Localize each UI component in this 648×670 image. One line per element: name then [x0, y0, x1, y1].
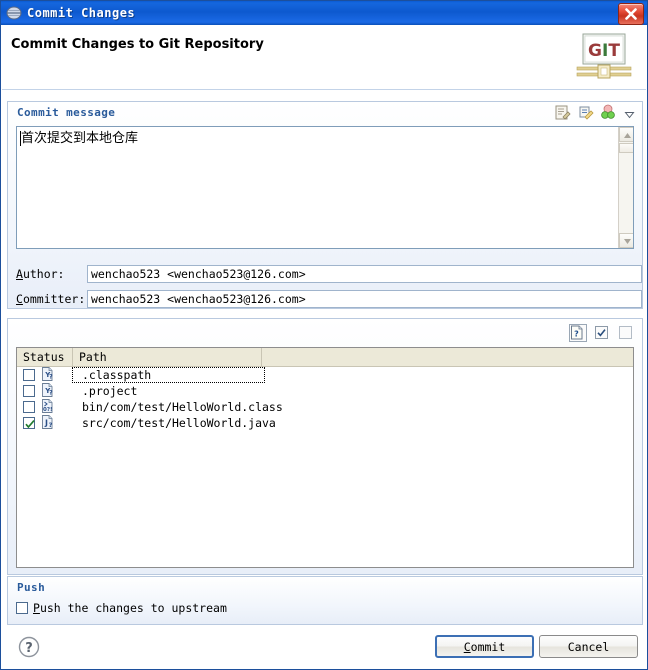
committer-input[interactable]: wenchao523 <wenchao523@126.com>	[87, 290, 642, 308]
svg-text:GIT: GIT	[588, 41, 620, 61]
row-path[interactable]: .project	[73, 384, 137, 398]
commit-button[interactable]: Commit	[435, 635, 534, 658]
table-row[interactable]: Y ? .project	[17, 382, 633, 399]
commit-message-input[interactable]: 首次提交到本地仓库	[16, 126, 634, 249]
dialog-footer: ? Commit Cancel	[2, 626, 646, 668]
commit-message-group-title: Commit message	[17, 106, 116, 119]
commit-message-text: 首次提交到本地仓库	[21, 131, 139, 146]
table-row[interactable]: 0?! bin/com/test/HelloWorld.class	[17, 398, 633, 415]
row-checkbox[interactable]	[23, 417, 35, 429]
cancel-button-label: Cancel	[567, 639, 610, 654]
dialog-header: Commit Changes to Git Repository GIT	[2, 25, 646, 90]
row-status-cell: J ?	[17, 414, 73, 433]
show-untracked-icon[interactable]: ?	[569, 324, 587, 342]
git-logo: GIT	[574, 31, 634, 83]
commit-message-group: Commit message 首次提交到本地仓库 Author: wenchao…	[7, 101, 643, 309]
change-id-icon[interactable]	[600, 104, 617, 121]
scroll-up-icon[interactable]	[619, 127, 633, 142]
column-header-status[interactable]: Status	[17, 348, 73, 366]
commit-changes-dialog: Commit Changes Commit Changes to Git Rep…	[0, 0, 648, 670]
git-disc-icon	[6, 5, 22, 21]
scrollbar-thumb[interactable]	[619, 143, 633, 153]
page-title: Commit Changes to Git Repository	[11, 37, 264, 52]
table-row[interactable]: Y ? .classpath	[17, 366, 633, 383]
svg-text:?: ?	[49, 372, 53, 380]
svg-text:?: ?	[25, 641, 33, 656]
row-path[interactable]: bin/com/test/HelloWorld.class	[73, 400, 283, 414]
svg-text:J: J	[44, 418, 48, 427]
scroll-down-icon[interactable]	[619, 233, 633, 248]
row-checkbox[interactable]	[23, 385, 35, 397]
table-header-row: Status Path	[17, 348, 633, 367]
push-group: Push Push the changes to upstream	[7, 576, 643, 625]
svg-text:0?!: 0?!	[43, 407, 53, 413]
files-toolbar: ?	[569, 324, 635, 342]
close-icon[interactable]	[618, 3, 644, 25]
commit-message-toolbar	[554, 104, 636, 121]
row-path[interactable]: .classpath	[72, 367, 265, 383]
deselect-all-icon[interactable]	[617, 324, 635, 342]
select-all-icon[interactable]	[593, 324, 611, 342]
window-title: Commit Changes	[27, 6, 136, 20]
push-upstream-checkbox[interactable]	[16, 602, 28, 614]
untracked-java-icon: J ?	[41, 414, 54, 433]
help-question-icon[interactable]: ?	[18, 636, 40, 658]
committer-label: Committer:	[16, 292, 86, 306]
author-input[interactable]: wenchao523 <wenchao523@126.com>	[87, 265, 642, 283]
svg-text:?: ?	[49, 388, 53, 396]
push-upstream-label: Push the changes to upstream	[33, 601, 227, 615]
push-group-title: Push	[17, 581, 46, 594]
cancel-button[interactable]: Cancel	[539, 635, 638, 658]
table-row[interactable]: J ? src/com/test/HelloWorld.java	[17, 414, 633, 433]
chevron-down-icon[interactable]	[623, 106, 636, 119]
author-label: Author:	[16, 267, 65, 281]
files-group: ? Status Path Y ? .classpath Y ? .projec…	[7, 318, 643, 575]
signed-off-icon[interactable]	[577, 104, 594, 121]
row-checkbox[interactable]	[23, 369, 35, 381]
push-upstream-row[interactable]: Push the changes to upstream	[16, 601, 227, 615]
row-checkbox[interactable]	[23, 401, 35, 413]
column-header-filler	[262, 348, 633, 366]
commit-message-scrollbar[interactable]	[618, 127, 633, 248]
row-path[interactable]: src/com/test/HelloWorld.java	[73, 416, 276, 430]
title-bar: Commit Changes	[1, 1, 647, 25]
commit-button-label: Commit	[463, 639, 506, 654]
svg-text:?: ?	[574, 330, 579, 339]
changed-files-table[interactable]: Status Path Y ? .classpath Y ? .project …	[16, 347, 634, 568]
amend-commit-icon[interactable]	[554, 104, 571, 121]
svg-text:?: ?	[49, 420, 53, 428]
column-header-path[interactable]: Path	[73, 348, 262, 366]
